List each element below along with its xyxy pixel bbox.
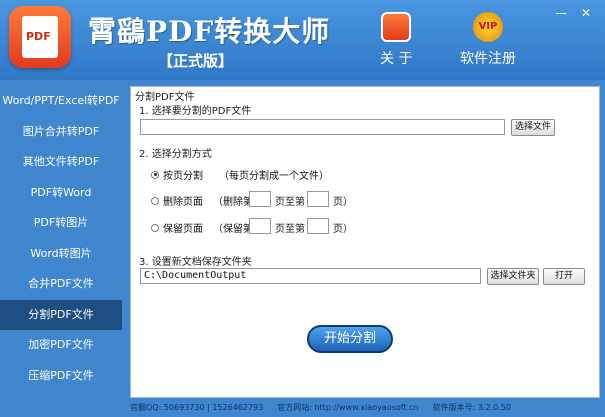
sidebar-item[interactable]: 分割PDF文件 (0, 299, 122, 330)
delete-from-label: （删除第 (213, 197, 253, 208)
delete-end-label: 页） (333, 197, 353, 208)
radio-label: 按页分割 (163, 171, 203, 182)
radio-dot (151, 196, 159, 205)
app-title: 霄鷂PDF转换大师 (88, 15, 331, 48)
header: — ✕ PDF 霄鷂PDF转换大师 【正式版】 关 于 VIP 软件注册 (0, 0, 605, 80)
start-split-button[interactable]: 开始分割 (307, 325, 393, 353)
sidebar: Word/PPT/Excel转PDF 图片合并转PDF 其他文件转PDF PDF转Wo… (0, 86, 122, 404)
step3-label: 3. 设置新文档保存文件夹 (139, 257, 252, 268)
step1-label: 1. 选择要分割的PDF文件 (139, 106, 252, 117)
output-folder-field[interactable]: C:\DocumentOutput (140, 268, 481, 284)
step2-label: 2. 选择分割方式 (139, 149, 212, 160)
select-folder-button[interactable]: 选择文件夹 (487, 268, 539, 285)
sidebar-item[interactable]: 图片合并转PDF (0, 117, 122, 148)
footer-qq: 官翻QQ: 50693730 | 1526462793 (130, 403, 264, 412)
app-window: — ✕ PDF 霄鷂PDF转换大师 【正式版】 关 于 VIP 软件注册 Wor… (0, 0, 605, 417)
radio-dot (151, 223, 159, 232)
keep-to-label: 页至第 (275, 224, 305, 235)
sidebar-item[interactable]: PDF转Word (0, 178, 122, 209)
edition-label: 【正式版】 (158, 52, 234, 70)
keep-end-label: 页） (333, 224, 353, 235)
radio-label: 保留页面 (163, 224, 203, 235)
split-by-page-radio[interactable]: 按页分割 （每页分割成一个文件） (151, 167, 329, 182)
sidebar-item[interactable]: Word/PPT/Excel转PDF (0, 86, 122, 117)
footer: 官翻QQ: 50693730 | 1526462793 官方网站: http:/… (130, 398, 605, 417)
delete-to-input[interactable] (307, 191, 329, 207)
radio-note: （每页分割成一个文件） (219, 171, 329, 182)
close-button[interactable]: ✕ (581, 6, 591, 20)
minimize-button[interactable]: — (555, 6, 567, 20)
window-controls: — ✕ (555, 6, 591, 20)
footer-website[interactable]: 官方网站: http://www.xiaoyaosoft.cn (277, 402, 418, 413)
sidebar-item[interactable]: Word转图片 (0, 239, 122, 270)
sidebar-item[interactable]: 压缩PDF文件 (0, 361, 122, 392)
pdf-file-field[interactable] (140, 119, 505, 135)
sidebar-item[interactable]: 加密PDF文件 (0, 330, 122, 361)
radio-label: 删除页面 (163, 197, 203, 208)
delete-pages-radio[interactable]: 删除页面 （删除第 (151, 193, 253, 208)
logo-text: PDF (26, 30, 51, 43)
sidebar-item[interactable]: PDF转图片 (0, 208, 122, 239)
register-label: 软件注册 (460, 51, 516, 67)
keep-from-label: （保留第 (213, 224, 253, 235)
delete-from-input[interactable] (249, 191, 271, 207)
open-folder-button[interactable]: 打开 (543, 268, 585, 285)
sidebar-item[interactable]: 其他文件转PDF (0, 147, 122, 178)
delete-to-label: 页至第 (275, 197, 305, 208)
pdf-document-icon: PDF (22, 16, 58, 58)
footer-version: 软件版本号: 3.2.0.50 (432, 403, 511, 412)
app-logo: PDF (9, 6, 71, 68)
pdf-app-icon (381, 12, 412, 42)
split-pdf-panel: 分割PDF文件 1. 选择要分割的PDF文件 选择文件 2. 选择分割方式 按页… (130, 86, 600, 398)
about-label: 关 于 (380, 51, 413, 67)
section-title: 分割PDF文件 (135, 92, 195, 103)
sidebar-item[interactable]: 合并PDF文件 (0, 269, 122, 300)
keep-from-input[interactable] (249, 218, 271, 234)
about-button[interactable]: 关 于 (380, 12, 412, 68)
keep-pages-radio[interactable]: 保留页面 （保留第 (151, 220, 253, 235)
vip-badge-icon: VIP (473, 12, 503, 42)
select-file-button[interactable]: 选择文件 (511, 119, 555, 136)
register-button[interactable]: VIP 软件注册 (460, 12, 516, 68)
radio-dot (151, 170, 159, 179)
keep-to-input[interactable] (307, 218, 329, 234)
